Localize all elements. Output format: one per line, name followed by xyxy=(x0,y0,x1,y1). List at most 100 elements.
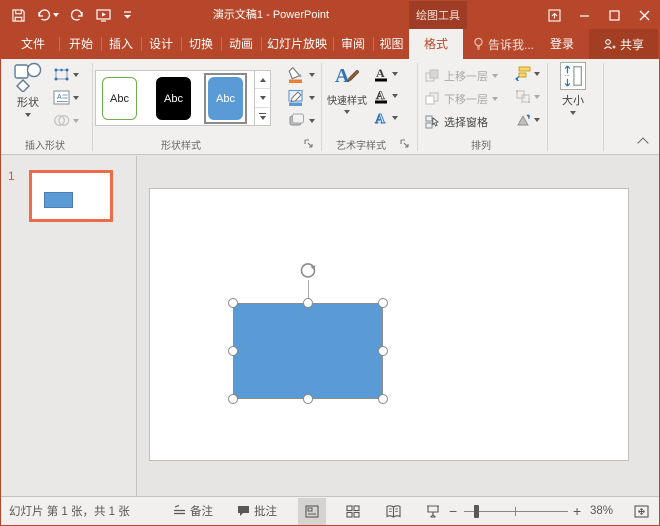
resize-handle-top-right[interactable] xyxy=(378,298,388,308)
save-button[interactable] xyxy=(9,7,28,24)
text-fill-button[interactable]: A xyxy=(373,66,398,82)
slide-canvas[interactable] xyxy=(149,188,629,461)
tab-home[interactable]: 开始 xyxy=(62,29,100,59)
text-outline-button[interactable]: A xyxy=(373,88,398,104)
zoom-in-button[interactable]: + xyxy=(573,497,581,525)
resize-handle-middle-left[interactable] xyxy=(228,346,238,356)
minimize-button[interactable] xyxy=(569,1,599,29)
resize-handle-bottom-center[interactable] xyxy=(303,394,313,404)
slide-number: 1 xyxy=(8,169,15,183)
tab-separator xyxy=(59,37,60,51)
size-button[interactable]: 大小 xyxy=(551,62,595,115)
svg-text:A: A xyxy=(375,112,386,126)
redo-button[interactable] xyxy=(68,7,87,23)
comments-button[interactable]: 批注 xyxy=(237,497,277,525)
shape-style-swatch-3-selected[interactable]: Abc xyxy=(208,77,243,120)
quick-styles-button[interactable]: A 快速样式 xyxy=(325,62,369,114)
shape-style-swatch-1[interactable]: Abc xyxy=(102,77,137,120)
status-bar: 幻灯片 第 1 张，共 1 张 备注 批注 − + 38% xyxy=(1,496,659,525)
maximize-button[interactable] xyxy=(599,1,629,29)
tab-transitions[interactable]: 切换 xyxy=(182,29,220,59)
shape-styles-dialog-launcher-icon[interactable] xyxy=(304,139,314,149)
text-effects-dropdown-arrow-icon xyxy=(392,116,398,120)
text-outline-dropdown-arrow-icon xyxy=(392,94,398,98)
zoom-level[interactable]: 38% xyxy=(590,497,613,525)
shape-effects-dropdown-arrow-icon xyxy=(309,119,315,123)
rotation-handle-icon[interactable] xyxy=(298,260,318,280)
undo-button[interactable] xyxy=(34,7,62,23)
tab-insert[interactable]: 插入 xyxy=(102,29,140,59)
shapes-gallery-button[interactable]: 形状 xyxy=(5,62,51,117)
slide-thumbnail-1[interactable] xyxy=(29,170,113,222)
svg-text:A: A xyxy=(376,88,385,102)
shape-effects-icon xyxy=(286,112,306,130)
slide-thumbnails-panel[interactable]: 1 xyxy=(1,156,137,496)
align-dropdown-arrow-icon xyxy=(534,72,540,76)
fit-to-window-button[interactable] xyxy=(627,498,655,525)
notes-icon xyxy=(173,505,186,517)
resize-handle-bottom-left[interactable] xyxy=(228,394,238,404)
shape-outline-button[interactable] xyxy=(286,89,315,107)
text-box-button[interactable]: A xyxy=(53,90,79,105)
quick-styles-dropdown-arrow-icon xyxy=(344,110,350,114)
shape-style-swatch-2[interactable]: Abc xyxy=(156,77,191,120)
scroll-down-icon xyxy=(260,96,266,100)
gallery-scroll-up-button[interactable] xyxy=(255,71,270,89)
slide-sorter-view-button[interactable] xyxy=(339,498,367,525)
send-backward-button: 下移一层 xyxy=(425,91,498,107)
gallery-more-button[interactable] xyxy=(255,108,270,125)
group-objects-icon xyxy=(515,89,531,104)
resize-handle-bottom-right[interactable] xyxy=(378,394,388,404)
group-objects-dropdown-arrow-icon xyxy=(534,95,540,99)
resize-handle-top-center[interactable] xyxy=(303,298,313,308)
slideshow-view-button[interactable] xyxy=(419,498,447,525)
selection-pane-button[interactable]: 选择窗格 xyxy=(425,114,488,130)
tab-slideshow[interactable]: 幻灯片放映 xyxy=(262,29,332,59)
reading-view-icon xyxy=(386,505,401,518)
arrange-group-label: 排列 xyxy=(441,137,521,151)
shape-outline-dropdown-arrow-icon xyxy=(309,96,315,100)
tab-animations[interactable]: 动画 xyxy=(222,29,260,59)
zoom-out-button[interactable]: − xyxy=(449,497,457,525)
selection-pane-label: 选择窗格 xyxy=(444,114,488,130)
tab-file[interactable]: 文件 xyxy=(9,29,57,59)
drawing-tools-context-tab[interactable]: 绘图工具 xyxy=(409,1,467,29)
zoom-slider-track[interactable] xyxy=(464,511,568,512)
gallery-scroll-down-button[interactable] xyxy=(255,89,270,107)
tab-review[interactable]: 审阅 xyxy=(334,29,372,59)
powerpoint-window: 演示文稿1 - PowerPoint 绘图工具 文件 开始 插入 设计 切换 xyxy=(0,0,660,526)
zoom-slider-handle[interactable] xyxy=(474,505,479,518)
share-button[interactable]: 共享 xyxy=(589,29,658,59)
undo-dropdown-arrow-icon[interactable] xyxy=(53,13,59,17)
tab-format-active[interactable]: 格式 xyxy=(409,29,463,59)
redo-icon xyxy=(71,9,84,21)
notes-button[interactable]: 备注 xyxy=(173,497,213,525)
resize-handle-top-left[interactable] xyxy=(228,298,238,308)
insert-shapes-group-label: 插入形状 xyxy=(7,137,83,151)
resize-handle-middle-right[interactable] xyxy=(378,346,388,356)
rectangle-shape[interactable] xyxy=(233,303,383,399)
undo-icon xyxy=(37,9,51,21)
gallery-scroll-column xyxy=(254,71,270,125)
tab-view[interactable]: 视图 xyxy=(374,29,409,59)
edit-shape-button[interactable] xyxy=(53,67,79,82)
ribbon-format: 形状 A 插入形状 Abc Abc Abc xyxy=(1,59,659,155)
align-button[interactable] xyxy=(515,66,540,81)
close-button[interactable] xyxy=(629,1,659,29)
wordart-group-label: 艺术字样式 xyxy=(323,137,399,151)
rotate-button[interactable] xyxy=(515,112,540,127)
shape-fill-button[interactable] xyxy=(286,66,315,84)
tab-design[interactable]: 设计 xyxy=(142,29,180,59)
sign-in-button[interactable]: 登录 xyxy=(550,29,574,59)
tell-me-box[interactable]: 告诉我... xyxy=(473,29,534,59)
wordart-dialog-launcher-icon[interactable] xyxy=(400,139,410,149)
collapse-ribbon-button[interactable] xyxy=(639,139,647,147)
start-slideshow-button[interactable] xyxy=(93,7,114,24)
ribbon-display-options-button[interactable] xyxy=(539,1,569,29)
reading-view-button[interactable] xyxy=(379,498,407,525)
normal-view-button[interactable] xyxy=(298,498,326,525)
shape-effects-button[interactable] xyxy=(286,112,315,130)
svg-text:A: A xyxy=(335,65,350,87)
text-effects-button[interactable]: A xyxy=(373,110,398,126)
qat-customize-button[interactable] xyxy=(120,8,135,22)
